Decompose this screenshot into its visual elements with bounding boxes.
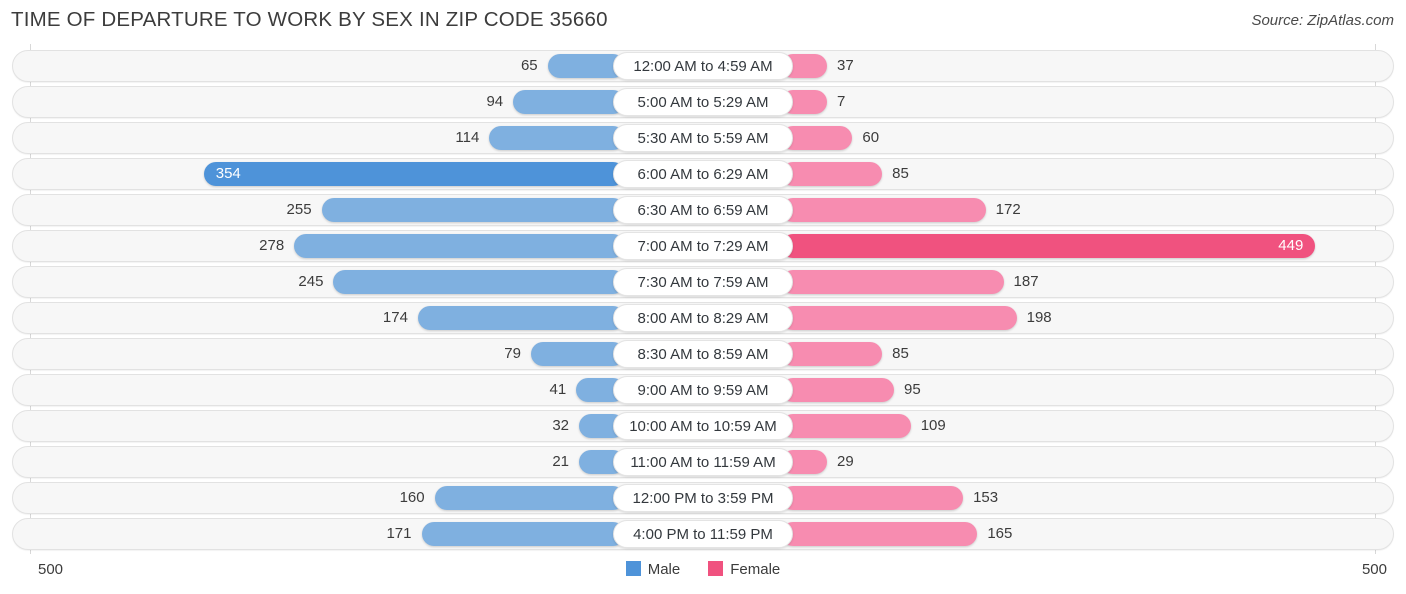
bar-row: 354 85 6:00 AM to 6:29 AM [12, 158, 1394, 190]
legend-swatch-icon [625, 561, 641, 576]
bar-male [417, 306, 625, 330]
bar-row: 255 172 6:30 AM to 6:59 AM [12, 194, 1394, 226]
bar-row: 41 95 9:00 AM to 9:59 AM [12, 374, 1394, 406]
category-label: 6:00 AM to 6:29 AM [613, 160, 793, 188]
bar-female [781, 270, 1004, 294]
legend-label: Female [730, 561, 781, 578]
bar-value-male: 255 [286, 201, 312, 218]
bar-value-male: 21 [552, 453, 569, 470]
bar-male [321, 198, 625, 222]
category-label: 5:30 AM to 5:59 AM [613, 124, 793, 152]
bar-male [434, 486, 625, 510]
bar-value-female: 29 [837, 453, 854, 470]
bar-female [781, 162, 883, 186]
bar-female [781, 378, 895, 402]
category-label: 10:00 AM to 10:59 AM [613, 412, 793, 440]
bar-value-male: 32 [552, 417, 569, 434]
bar-value-female: 109 [920, 417, 946, 434]
bar-value-male: 354 [215, 165, 241, 182]
category-label: 6:30 AM to 6:59 AM [613, 196, 793, 224]
category-label: 5:00 AM to 5:29 AM [613, 88, 793, 116]
bar-value-male: 160 [399, 489, 425, 506]
bar-value-female: 449 [1278, 237, 1304, 254]
bar-value-female: 187 [1013, 273, 1039, 290]
category-label: 12:00 AM to 4:59 AM [613, 52, 793, 80]
legend-item[interactable]: Male [625, 561, 681, 579]
bar-value-female: 95 [904, 381, 921, 398]
bar-male [421, 522, 625, 546]
bar-value-female: 37 [837, 57, 854, 74]
bar-value-male: 171 [386, 525, 412, 542]
bar-row: 21 29 11:00 AM to 11:59 AM [12, 446, 1394, 478]
bar-male [489, 126, 625, 150]
bar-row: 278 449 7:00 AM to 7:29 AM [12, 230, 1394, 262]
bar-row: 171 165 4:00 PM to 11:59 PM [12, 518, 1394, 550]
category-label: 7:30 AM to 7:59 AM [613, 268, 793, 296]
source-attribution: Source: ZipAtlas.com [1251, 12, 1394, 29]
bar-row: 79 85 8:30 AM to 8:59 AM [12, 338, 1394, 370]
legend-item[interactable]: Female [708, 561, 780, 579]
category-label: 11:00 AM to 11:59 AM [613, 448, 793, 476]
bar-male [333, 270, 625, 294]
bar-value-male: 41 [549, 381, 567, 398]
bar-value-male: 94 [486, 93, 504, 110]
bar-row: 94 7 5:00 AM to 5:29 AM [12, 86, 1394, 118]
bar-value-female: 7 [837, 93, 846, 110]
bar-value-female: 85 [892, 165, 909, 182]
bar-value-male: 65 [520, 57, 538, 74]
chart-header: TIME OF DEPARTURE TO WORK BY SEX IN ZIP … [0, 0, 1406, 44]
category-label: 9:00 AM to 9:59 AM [613, 376, 793, 404]
bar-value-male: 174 [382, 309, 408, 326]
bar-row: 65 37 12:00 AM to 4:59 AM [12, 50, 1394, 82]
category-label: 4:00 PM to 11:59 PM [613, 520, 793, 548]
bar-female [781, 414, 911, 438]
bar-row: 32 109 10:00 AM to 10:59 AM [12, 410, 1394, 442]
bar-value-male: 79 [504, 345, 521, 362]
bar-value-female: 198 [1026, 309, 1052, 326]
category-label: 8:30 AM to 8:59 AM [613, 340, 793, 368]
bar-value-male: 114 [455, 129, 480, 146]
chart-plot-area: 65 37 12:00 AM to 4:59 AM 94 7 5:00 AM to 5:2… [0, 44, 1406, 554]
bar-value-female: 165 [987, 525, 1013, 542]
category-label: 8:00 AM to 8:29 AM [613, 304, 793, 332]
chart-footer: 500 500 Male Female [0, 554, 1406, 594]
bar-male [530, 342, 625, 366]
legend-label: Male [647, 561, 681, 578]
category-label: 12:00 PM to 3:59 PM [613, 484, 793, 512]
bar-female [781, 486, 964, 510]
bar-value-female: 85 [892, 345, 909, 362]
bar-male [294, 234, 625, 258]
bar-row: 160 153 12:00 PM to 3:59 PM [12, 482, 1394, 514]
bar-row: 174 198 8:00 AM to 8:29 AM [12, 302, 1394, 334]
bar-female [781, 522, 978, 546]
bar-value-male: 245 [298, 273, 324, 290]
bar-value-female: 153 [973, 489, 999, 506]
bar-value-female: 60 [862, 129, 880, 146]
bar-value-male: 278 [259, 237, 285, 254]
category-label: 7:00 AM to 7:29 AM [613, 232, 793, 260]
page-title: TIME OF DEPARTURE TO WORK BY SEX IN ZIP … [11, 8, 608, 31]
bar-female [781, 306, 1017, 330]
bar-male [513, 90, 625, 114]
legend-swatch-icon [708, 561, 724, 576]
bar-row: 245 187 7:30 AM to 7:59 AM [12, 266, 1394, 298]
bar-female [781, 342, 883, 366]
bar-value-female: 172 [995, 201, 1021, 218]
bar-female [781, 198, 986, 222]
chart-legend: Male Female [0, 561, 1406, 579]
bar-female [781, 234, 1316, 258]
bar-row: 114 60 5:30 AM to 5:59 AM [12, 122, 1394, 154]
